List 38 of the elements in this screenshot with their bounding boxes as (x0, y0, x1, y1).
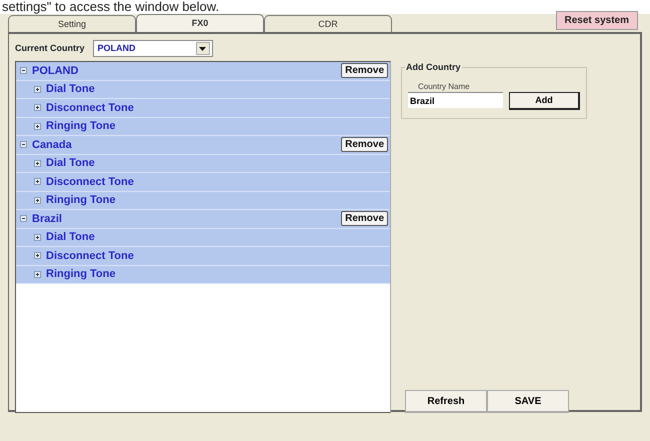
expand-icon[interactable] (34, 234, 41, 241)
expand-icon[interactable] (34, 270, 41, 278)
tone-name[interactable]: Ringing Tone (46, 118, 116, 134)
expand-icon[interactable] (34, 86, 41, 93)
remove-button[interactable]: Remove (341, 211, 388, 226)
collapse-icon[interactable] (20, 67, 27, 74)
tone-name[interactable]: Ringing Tone (46, 266, 116, 282)
country-name[interactable]: Brazil (32, 210, 62, 227)
expand-icon[interactable] (34, 122, 41, 130)
country-dropdown[interactable]: POLAND (92, 40, 212, 57)
tone-name[interactable]: Ringing Tone (46, 192, 116, 208)
tone-name[interactable]: Dial Tone (46, 155, 95, 172)
country-name[interactable]: POLAND (32, 62, 78, 79)
save-button[interactable]: SAVE (487, 390, 569, 413)
collapse-icon[interactable] (20, 215, 27, 222)
country-name-label: Country Name (418, 82, 471, 92)
remove-button[interactable]: Remove (341, 137, 388, 152)
reset-system-button[interactable]: Reset system (556, 11, 638, 30)
tone-name[interactable]: Dial Tone (46, 81, 95, 98)
expand-icon[interactable] (34, 104, 41, 112)
country-name[interactable]: Canada (32, 136, 72, 153)
remove-button[interactable]: Remove (341, 63, 388, 78)
expand-icon[interactable] (34, 196, 41, 204)
country-name-field[interactable]: Brazil (408, 92, 503, 108)
caption-text: settings" to access the window below. (1, 0, 220, 14)
refresh-button[interactable]: Refresh (405, 390, 487, 413)
add-button[interactable]: Add (509, 92, 580, 110)
tab[interactable]: FX0 (136, 14, 264, 32)
group-title: Add Country (405, 61, 462, 74)
collapse-icon[interactable] (20, 141, 27, 148)
expand-icon[interactable] (34, 160, 41, 167)
expand-icon[interactable] (34, 178, 41, 186)
tone-name[interactable]: Dial Tone (46, 229, 95, 246)
expand-icon[interactable] (34, 252, 41, 260)
current-country-label: Current Country (15, 42, 84, 55)
tab[interactable]: Setting (8, 15, 136, 32)
tab[interactable]: CDR (264, 15, 392, 32)
dropdown-caret-icon (199, 46, 206, 50)
